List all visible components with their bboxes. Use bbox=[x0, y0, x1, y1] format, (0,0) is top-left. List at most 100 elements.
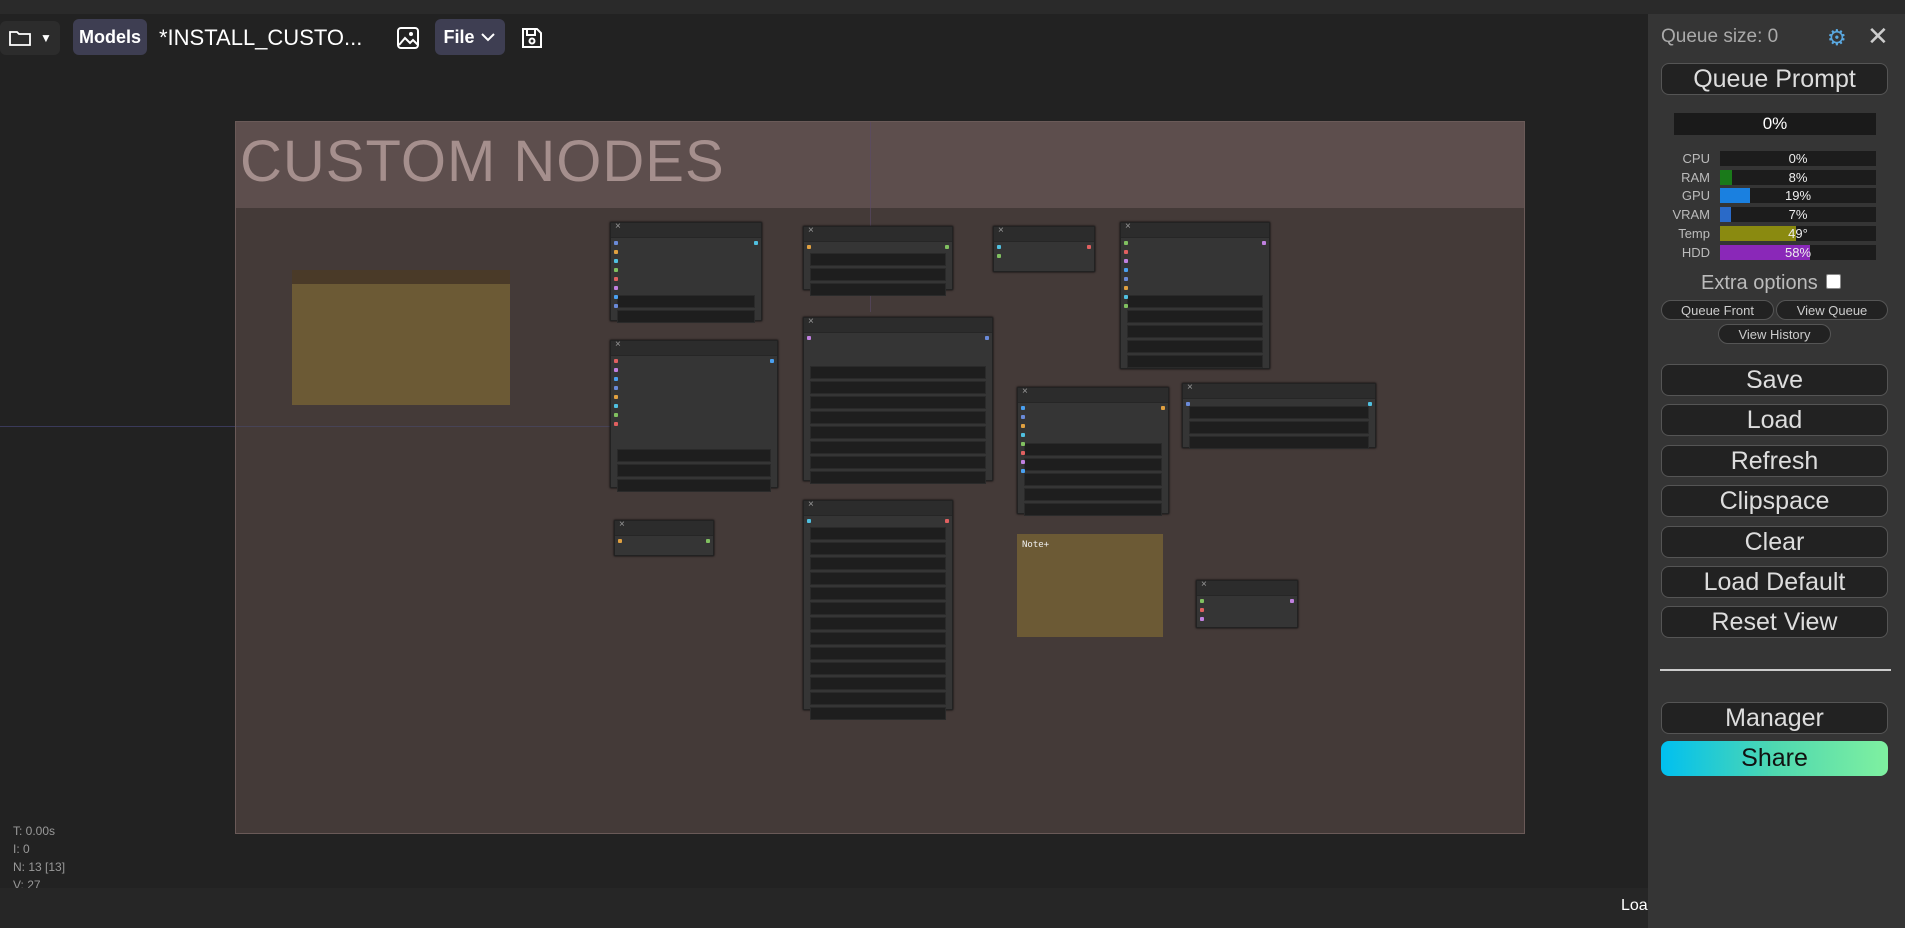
input-slot-dot[interactable] bbox=[1021, 451, 1025, 455]
clear-button[interactable]: Clear bbox=[1661, 526, 1888, 558]
output-slot-dot[interactable] bbox=[1290, 599, 1294, 603]
graph-node[interactable] bbox=[803, 225, 953, 296]
input-slot-dot[interactable] bbox=[1124, 259, 1128, 263]
input-slot-dot[interactable] bbox=[1124, 304, 1128, 308]
input-slot-dot[interactable] bbox=[618, 539, 622, 543]
input-slot-dot[interactable] bbox=[1200, 599, 1204, 603]
input-slot-dot[interactable] bbox=[1021, 469, 1025, 473]
input-slot-dot[interactable] bbox=[614, 304, 618, 308]
save-button[interactable]: Save bbox=[1661, 364, 1888, 396]
graph-node[interactable] bbox=[803, 316, 993, 484]
view-queue-button[interactable]: View Queue bbox=[1776, 300, 1888, 320]
input-slot-dot[interactable] bbox=[997, 245, 1001, 249]
node-header[interactable] bbox=[994, 225, 1094, 242]
input-slot-dot[interactable] bbox=[614, 286, 618, 290]
output-slot-dot[interactable] bbox=[945, 519, 949, 523]
input-slot-dot[interactable] bbox=[614, 277, 618, 281]
input-slot-dot[interactable] bbox=[614, 268, 618, 272]
queue-prompt-button[interactable]: Queue Prompt bbox=[1661, 63, 1888, 95]
load-button[interactable]: Load bbox=[1661, 404, 1888, 436]
output-slot-dot[interactable] bbox=[985, 336, 989, 340]
node-header[interactable] bbox=[611, 339, 777, 356]
graph-node[interactable] bbox=[1120, 221, 1270, 369]
image-button[interactable] bbox=[392, 22, 424, 54]
share-button[interactable]: Share bbox=[1661, 741, 1888, 776]
node-header[interactable] bbox=[615, 519, 713, 536]
node-header[interactable] bbox=[1183, 382, 1375, 399]
graph-node[interactable] bbox=[1196, 579, 1298, 628]
input-slot-dot[interactable] bbox=[614, 368, 618, 372]
node-header[interactable] bbox=[804, 225, 952, 242]
graph-node[interactable] bbox=[610, 339, 778, 492]
input-slot-dot[interactable] bbox=[614, 413, 618, 417]
input-slot-dot[interactable] bbox=[614, 241, 618, 245]
output-slot-dot[interactable] bbox=[945, 245, 949, 249]
input-slot-dot[interactable] bbox=[1200, 608, 1204, 612]
output-slot-dot[interactable] bbox=[754, 241, 758, 245]
input-slot-dot[interactable] bbox=[1021, 460, 1025, 464]
group-title-bar[interactable]: CUSTOM NODES bbox=[236, 122, 1524, 208]
view-history-button[interactable]: View History bbox=[1718, 324, 1831, 344]
output-slot-dot[interactable] bbox=[1161, 406, 1165, 410]
input-slot-dot[interactable] bbox=[1021, 415, 1025, 419]
input-slot-dot[interactable] bbox=[1124, 250, 1128, 254]
node-header[interactable] bbox=[804, 316, 992, 333]
input-slot-dot[interactable] bbox=[1021, 442, 1025, 446]
input-slot-dot[interactable] bbox=[807, 519, 811, 523]
refresh-button[interactable]: Refresh bbox=[1661, 445, 1888, 477]
graph-node[interactable] bbox=[610, 221, 762, 323]
node-header[interactable] bbox=[1018, 386, 1168, 403]
input-slot-dot[interactable] bbox=[614, 404, 618, 408]
extra-options-checkbox[interactable] bbox=[1826, 274, 1841, 289]
workflow-title[interactable]: *INSTALL_CUSTO... bbox=[159, 25, 362, 51]
workflow-folder-button[interactable]: ▼ bbox=[0, 21, 60, 55]
output-slot-dot[interactable] bbox=[1262, 241, 1266, 245]
save-workflow-button[interactable] bbox=[516, 22, 548, 54]
graph-node[interactable] bbox=[1182, 382, 1376, 449]
close-icon[interactable]: ✕ bbox=[1867, 21, 1889, 52]
models-button[interactable]: Models bbox=[73, 19, 147, 55]
input-slot-dot[interactable] bbox=[1124, 241, 1128, 245]
reset-view-button[interactable]: Reset View bbox=[1661, 606, 1888, 638]
note-node[interactable] bbox=[292, 270, 510, 405]
input-slot-dot[interactable] bbox=[614, 386, 618, 390]
output-slot-dot[interactable] bbox=[706, 539, 710, 543]
input-slot-dot[interactable] bbox=[1021, 433, 1025, 437]
input-slot-dot[interactable] bbox=[1124, 268, 1128, 272]
node-header[interactable] bbox=[1121, 221, 1269, 238]
file-menu-button[interactable]: File bbox=[435, 19, 505, 55]
input-slot-dot[interactable] bbox=[614, 250, 618, 254]
input-slot-dot[interactable] bbox=[614, 259, 618, 263]
node-header[interactable] bbox=[1197, 579, 1297, 596]
queue-front-button[interactable]: Queue Front bbox=[1661, 300, 1774, 320]
node-header[interactable] bbox=[611, 221, 761, 238]
graph-node[interactable] bbox=[614, 519, 714, 556]
input-slot-dot[interactable] bbox=[614, 295, 618, 299]
input-slot-dot[interactable] bbox=[614, 377, 618, 381]
load-default-button[interactable]: Load Default bbox=[1661, 566, 1888, 598]
output-slot-dot[interactable] bbox=[1368, 402, 1372, 406]
manager-button[interactable]: Manager bbox=[1661, 702, 1888, 734]
clipspace-button[interactable]: Clipspace bbox=[1661, 485, 1888, 517]
input-slot-dot[interactable] bbox=[1200, 617, 1204, 621]
node-group[interactable]: CUSTOM NODES × × × × × × × × × × Note+ × bbox=[235, 121, 1525, 834]
input-slot-dot[interactable] bbox=[1021, 424, 1025, 428]
node-header[interactable] bbox=[292, 270, 510, 284]
graph-node[interactable] bbox=[803, 499, 953, 720]
input-slot-dot[interactable] bbox=[614, 422, 618, 426]
input-slot-dot[interactable] bbox=[614, 395, 618, 399]
output-slot-dot[interactable] bbox=[1087, 245, 1091, 249]
graph-node[interactable] bbox=[1017, 386, 1169, 516]
output-slot-dot[interactable] bbox=[770, 359, 774, 363]
input-slot-dot[interactable] bbox=[614, 359, 618, 363]
graph-node[interactable] bbox=[993, 225, 1095, 272]
input-slot-dot[interactable] bbox=[997, 254, 1001, 258]
input-slot-dot[interactable] bbox=[1021, 406, 1025, 410]
gear-icon[interactable]: ⚙ bbox=[1827, 25, 1847, 51]
input-slot-dot[interactable] bbox=[807, 245, 811, 249]
note-plus-node[interactable]: Note+ bbox=[1017, 534, 1163, 637]
node-header[interactable] bbox=[804, 499, 952, 516]
input-slot-dot[interactable] bbox=[1124, 277, 1128, 281]
input-slot-dot[interactable] bbox=[807, 336, 811, 340]
input-slot-dot[interactable] bbox=[1186, 402, 1190, 406]
